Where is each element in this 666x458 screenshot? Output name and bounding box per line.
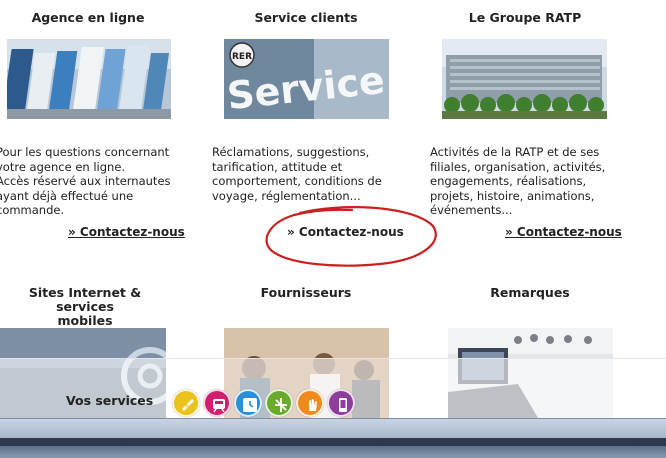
contact-link-groupe-ratp[interactable]: » Contactez-nous: [505, 225, 622, 239]
card-text-line: ayant déjà effectué une: [0, 188, 134, 203]
card-text-line: Accès réservé aux internautes: [0, 174, 171, 189]
card-text-line: Réclamations, suggestions,: [212, 145, 370, 159]
ticket-icon[interactable]: [172, 389, 200, 417]
card-text-line: commande.: [0, 203, 65, 218]
card-text-line: tarification, attitude et: [212, 159, 343, 174]
card-title-groupe-ratp: Le Groupe RATP: [468, 10, 582, 25]
browser-taskbar-strip: [0, 438, 666, 446]
clock-icon[interactable]: [234, 389, 262, 417]
route-icon[interactable]: [265, 389, 293, 417]
card-text-line: engagements, réalisations,: [430, 174, 587, 189]
contact-link-agence[interactable]: » Contactez-nous: [68, 225, 185, 239]
card-text-line: projets, histoire, animations,: [430, 188, 595, 203]
service-sign-image: RER Service: [224, 39, 389, 119]
office-building-image: [442, 39, 607, 119]
card-text-groupe-ratp: Activités de la RATP et de ses filiales,…: [430, 145, 620, 218]
card-title-line: mobiles: [57, 313, 113, 328]
card-text-line: comportement, conditions de: [212, 174, 382, 189]
card-title-sites-internet: Sites Internet & services mobiles: [0, 286, 170, 328]
card-title-service-clients: Service clients: [254, 10, 358, 25]
train-icon[interactable]: [203, 389, 231, 417]
card-title-line: Sites Internet & services: [28, 285, 142, 314]
red-annotation-ellipse: [265, 206, 437, 267]
card-text-line: événements...: [430, 203, 513, 218]
hand-icon[interactable]: [296, 389, 324, 417]
card-text-service-clients: Réclamations, suggestions, tarification,…: [212, 145, 392, 203]
browser-taskbar: [0, 446, 666, 458]
card-title-agence: Agence en ligne: [31, 10, 145, 25]
card-text-line: Pour les questions concernant: [0, 145, 170, 159]
rer-badge-text: RER: [232, 52, 252, 62]
mobile-icon[interactable]: [327, 389, 355, 417]
card-text-agence: Pour les questions concernant votre agen…: [0, 145, 174, 218]
card-title-fournisseurs: Fournisseurs: [260, 285, 352, 300]
brochure-rack-image: [7, 39, 171, 119]
card-title-remarques: Remarques: [490, 285, 570, 300]
card-text-line: Activités de la RATP et de ses: [430, 145, 600, 159]
services-label: Vos services: [66, 393, 154, 408]
card-text-line: voyage, réglementation...: [212, 188, 361, 203]
card-text-line: filiales, organisation, activités,: [430, 159, 606, 174]
card-text-line: votre agence en ligne.: [0, 159, 126, 174]
